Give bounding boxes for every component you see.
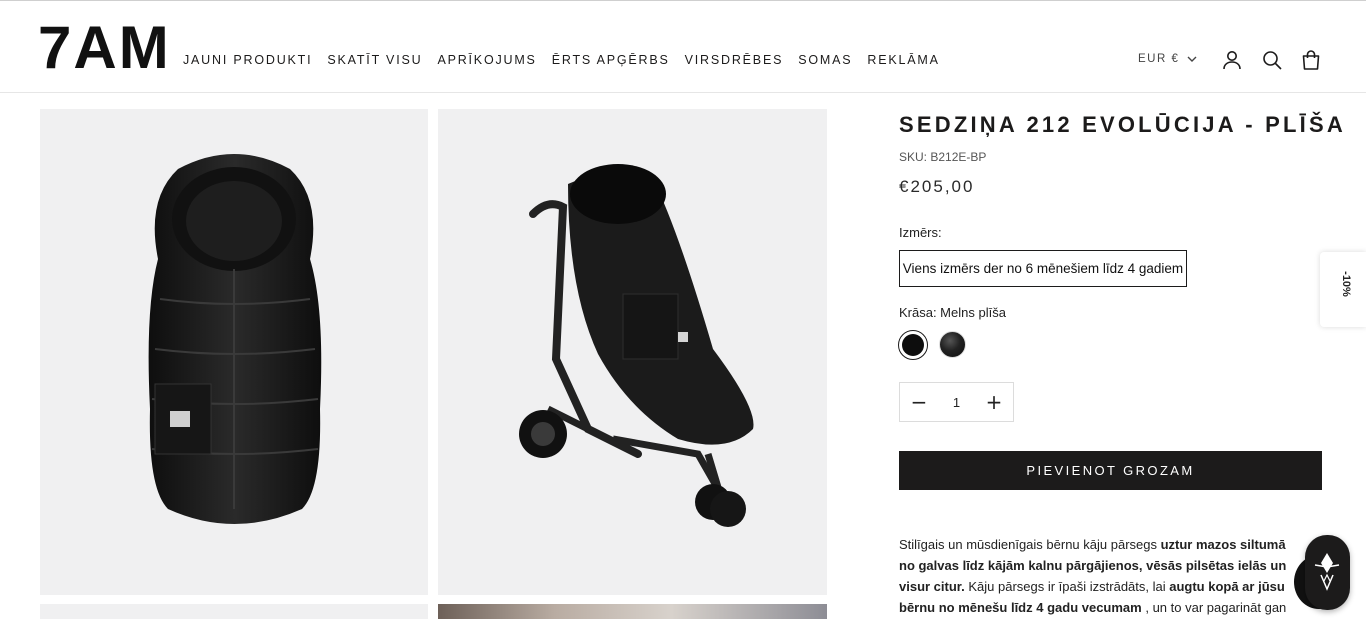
desc-text-1: Stilīgais un mūsdienīgais bērnu kāju pār… — [899, 537, 1161, 552]
nav-item-sale[interactable]: REKLĀMA — [867, 53, 939, 67]
brand-emblem-icon — [1314, 553, 1340, 591]
color-swatch-black-selected[interactable] — [898, 330, 928, 360]
product-title: SEDZIŅA 212 EVOLŪCIJA - PLĪŠA — [899, 112, 1346, 137]
main-nav: JAUNI PRODUKTI SKATĪT VISU APRĪKOJUMS ĒR… — [183, 53, 955, 67]
nav-item-view-all[interactable]: SKATĪT VISU — [327, 53, 422, 67]
product-price: €205,00 — [899, 177, 975, 196]
currency-selector[interactable]: EUR € — [1138, 53, 1197, 65]
site-header: 7AM JAUNI PRODUKTI SKATĪT VISU APRĪKOJUM… — [0, 1, 1366, 93]
color-label: Krāsa: Melns plīša — [899, 305, 1006, 320]
nav-item-new-products[interactable]: JAUNI PRODUKTI — [183, 53, 312, 67]
quantity-increase-button[interactable]: + — [975, 383, 1013, 421]
desc-text-2: Kāju pārsegs ir īpaši izstrādāts, lai — [964, 579, 1170, 594]
product-image-4[interactable] — [438, 604, 827, 619]
size-label: Izmērs: — [899, 225, 942, 240]
quantity-decrease-button[interactable]: − — [900, 383, 938, 421]
product-image-stroller[interactable] — [438, 109, 827, 595]
chevron-down-icon — [1187, 56, 1197, 62]
nav-item-outerwear[interactable]: VIRSDRĒBES — [685, 53, 784, 67]
site-logo[interactable]: 7AM — [38, 17, 171, 79]
discount-side-tab[interactable]: -10% — [1320, 252, 1366, 327]
product-image-front[interactable] — [40, 109, 428, 595]
size-option-button[interactable]: Viens izmērs der no 6 mēnešiem līdz 4 ga… — [899, 250, 1187, 287]
nav-item-comfy-clothing[interactable]: ĒRTS APĢĒRBS — [552, 53, 670, 67]
product-description: Stilīgais un mūsdienīgais bērnu kāju pār… — [899, 534, 1299, 619]
account-icon[interactable] — [1221, 49, 1243, 71]
chat-widget-button[interactable] — [1305, 535, 1350, 610]
color-swatch-black-pattern[interactable] — [939, 331, 966, 358]
quantity-value[interactable]: 1 — [953, 395, 960, 410]
product-image-3[interactable] — [40, 604, 428, 619]
search-icon[interactable] — [1261, 49, 1283, 71]
add-to-cart-button[interactable]: PIEVIENOT GROZAM — [899, 451, 1322, 490]
product-sku: SKU: B212E-BP — [899, 150, 987, 164]
swatch-fill — [902, 334, 924, 356]
quantity-stepper: − 1 + — [899, 382, 1014, 422]
discount-label: -10% — [1339, 271, 1352, 297]
cart-icon[interactable] — [1300, 49, 1322, 71]
nav-item-equipment[interactable]: APRĪKOJUMS — [437, 53, 536, 67]
currency-label: EUR € — [1138, 53, 1180, 65]
nav-item-bags[interactable]: SOMAS — [798, 53, 852, 67]
